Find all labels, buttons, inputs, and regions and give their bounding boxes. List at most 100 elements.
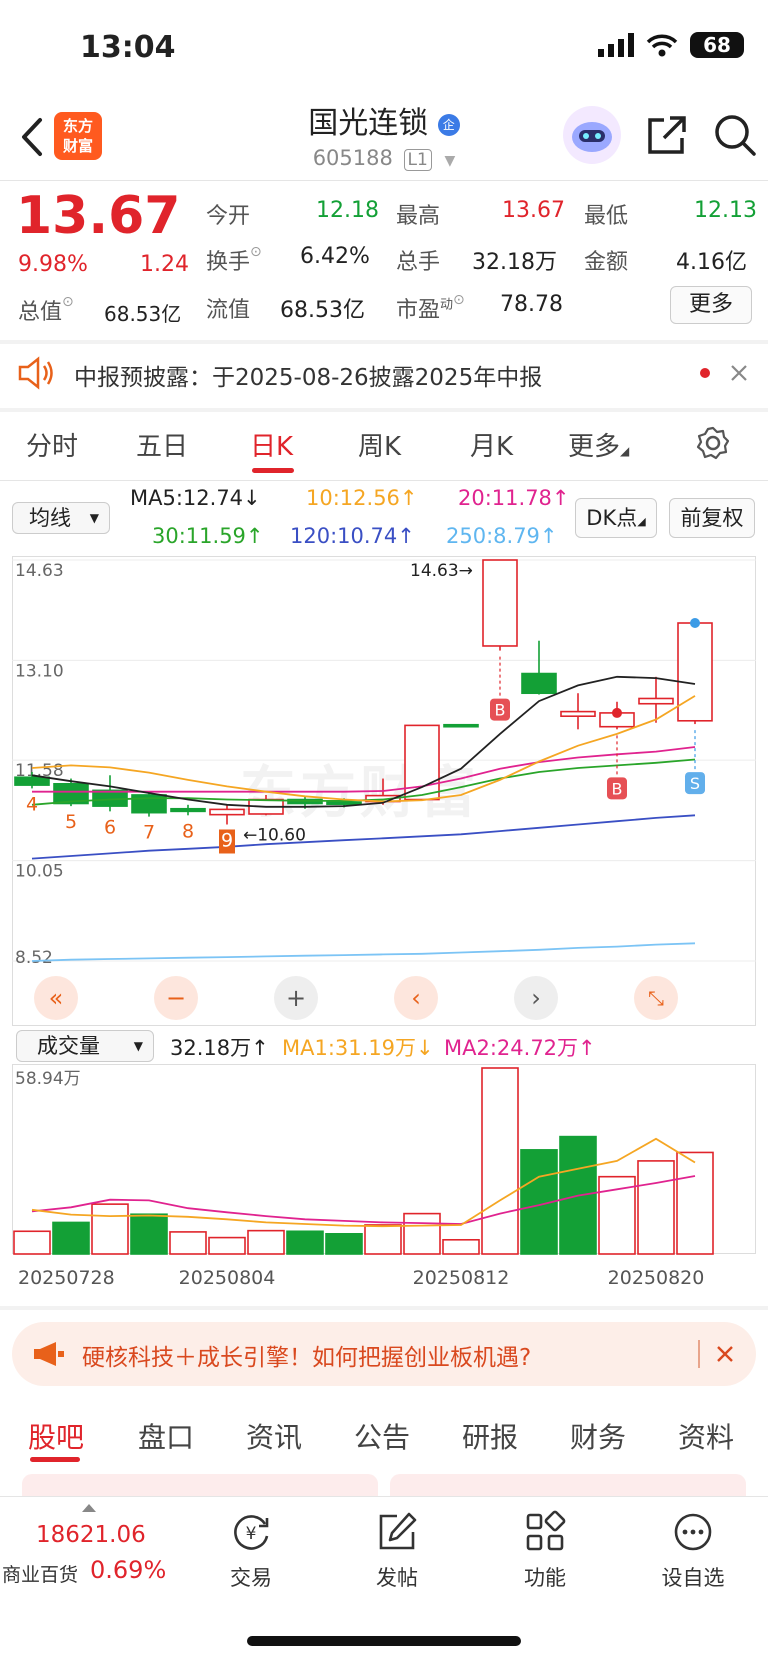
tab-intraday[interactable]: 分时 xyxy=(26,426,78,463)
edit-icon xyxy=(379,1512,417,1550)
fullscreen-button[interactable]: ⤡ xyxy=(634,976,678,1020)
vol-ma1-label: MA1:31.19万↓ xyxy=(282,1036,434,1060)
home-indicator xyxy=(247,1636,521,1646)
x-tick-label: 20250812 xyxy=(413,1267,510,1289)
current-price: 13.67 xyxy=(16,186,181,246)
volume-bar xyxy=(364,1224,402,1255)
high-label: 最高 xyxy=(396,204,441,229)
stock-code: 605188 xyxy=(312,146,393,170)
nav-post[interactable]: 发帖 xyxy=(342,1510,452,1592)
seq-label: 4 xyxy=(26,793,38,815)
volume-bar xyxy=(13,1230,51,1255)
index-value[interactable]: 18621.06 xyxy=(36,1522,146,1548)
adjust-button[interactable]: 前复权 xyxy=(669,498,755,538)
y-tick-label: 8.52 xyxy=(15,948,53,968)
tab-announcements[interactable]: 公告 xyxy=(354,1416,410,1456)
prev-button[interactable]: ‹ xyxy=(394,976,438,1020)
share-icon[interactable] xyxy=(644,112,690,158)
tab-weekly-k[interactable]: 周K xyxy=(358,426,401,463)
tab-handicap[interactable]: 盘口 xyxy=(138,1416,194,1456)
ma10-label: 10:12.56↑ xyxy=(306,486,418,510)
candle-body xyxy=(326,801,362,805)
total-value: 68.53亿 xyxy=(104,302,182,326)
megaphone-icon xyxy=(34,1342,64,1366)
volume-bar xyxy=(208,1236,246,1255)
volume-bar xyxy=(481,1067,519,1255)
index-name[interactable]: 商业百货 xyxy=(2,1560,78,1587)
ad-text[interactable]: 硬核科技＋成长引擎！如何把握创业板机遇? xyxy=(82,1338,531,1372)
signal-dot xyxy=(612,707,622,718)
tab-monthly-k[interactable]: 月K xyxy=(470,426,513,463)
volume-total: 32.18万↑ xyxy=(170,1036,269,1060)
vol-ma2-label: MA2:24.72万↑ xyxy=(444,1036,596,1060)
volume-bar xyxy=(91,1203,129,1255)
ma5-label: MA5:12.74↓ xyxy=(130,486,261,510)
amount-label: 金额 xyxy=(584,250,629,275)
expand-icon[interactable] xyxy=(82,1504,96,1512)
low-value: 12.13 xyxy=(694,198,757,223)
x-tick-label: 20250804 xyxy=(179,1267,276,1289)
volume-bar xyxy=(130,1213,168,1255)
nav-add-watchlist[interactable]: 设自选 xyxy=(638,1510,748,1592)
tab-news[interactable]: 资讯 xyxy=(246,1416,302,1456)
float-value: 68.53亿 xyxy=(280,298,365,323)
tab-research[interactable]: 研报 xyxy=(462,1416,518,1456)
open-value: 12.18 xyxy=(316,198,379,223)
nav-function[interactable]: 功能 xyxy=(490,1510,600,1592)
status-icons: 68 xyxy=(598,32,744,58)
tab-more[interactable]: 更多◢ xyxy=(568,426,629,463)
volume-chart[interactable]: 58.94万 20250728 20250804 20250812 20250820 xyxy=(12,1064,756,1310)
assistant-avatar[interactable] xyxy=(563,106,621,164)
candle-body xyxy=(14,776,50,786)
seq-label: 5 xyxy=(65,811,77,833)
seq-label: 7 xyxy=(143,822,155,844)
notice-text[interactable]: 中报预披露：于2025-08-26披露2025年中报 xyxy=(74,358,542,392)
settings-icon[interactable] xyxy=(696,426,730,460)
dk-point-button[interactable]: DK点◢ xyxy=(575,498,657,538)
candle-body xyxy=(443,723,479,728)
index-pct[interactable]: 0.69% xyxy=(90,1556,166,1584)
candle-body xyxy=(170,807,206,813)
turnover-label: 换手⊙ xyxy=(206,244,262,275)
volume-bar xyxy=(598,1175,636,1255)
more-dots-icon xyxy=(674,1513,712,1551)
candle-body xyxy=(209,808,245,816)
candle-body xyxy=(482,559,518,647)
zoom-out-button[interactable]: − xyxy=(154,976,198,1020)
svg-text:¥: ¥ xyxy=(246,1524,257,1544)
section-divider xyxy=(0,340,768,344)
indicator-select[interactable]: 均线 ▼ xyxy=(12,502,110,534)
ma30-label: 30:11.59↑ xyxy=(152,524,264,548)
ma120-label: 120:10.74↑ xyxy=(290,524,415,548)
pe-label: 市盈动⊙ xyxy=(396,292,465,323)
tab-forum[interactable]: 股吧 xyxy=(28,1416,84,1456)
wifi-icon xyxy=(646,34,678,57)
ma250-label: 250:8.79↑ xyxy=(446,524,558,548)
tab-finance[interactable]: 财务 xyxy=(570,1416,626,1456)
info-icon: ⊙ xyxy=(62,294,74,310)
tab-profile[interactable]: 资料 xyxy=(678,1416,734,1456)
more-button[interactable]: 更多 xyxy=(670,286,752,324)
dropdown-icon: ▼ xyxy=(133,1039,143,1053)
ma20-label: 20:11.78↑ xyxy=(458,486,570,510)
fast-back-button[interactable]: « xyxy=(34,976,78,1020)
zoom-in-button[interactable]: + xyxy=(274,976,318,1020)
trade-icon: ¥ xyxy=(234,1515,269,1550)
y-tick-label: 58.94万 xyxy=(15,1069,81,1089)
verified-icon: 企 xyxy=(437,113,460,136)
volume-bar xyxy=(637,1160,675,1255)
volume-indicator-select[interactable]: 成交量 ▼ xyxy=(16,1030,154,1062)
kline-chart[interactable]: 14.6313.1011.5810.058.5214.63→←10.6045 6 7… xyxy=(12,556,756,1026)
unread-dot xyxy=(700,368,710,378)
volume-bar xyxy=(676,1151,714,1255)
low-marker: ←10.60 xyxy=(243,825,306,845)
next-button[interactable]: › xyxy=(514,976,558,1020)
nav-trade[interactable]: ¥ 交易 xyxy=(196,1510,306,1592)
tab-five-day[interactable]: 五日 xyxy=(136,426,188,463)
tab-daily-k[interactable]: 日K xyxy=(250,426,293,463)
close-icon[interactable] xyxy=(716,1345,734,1363)
search-icon[interactable] xyxy=(712,112,758,158)
y-tick-label: 13.10 xyxy=(15,661,64,681)
close-icon[interactable] xyxy=(730,364,748,382)
total-value-label: 总值⊙ xyxy=(18,294,74,325)
